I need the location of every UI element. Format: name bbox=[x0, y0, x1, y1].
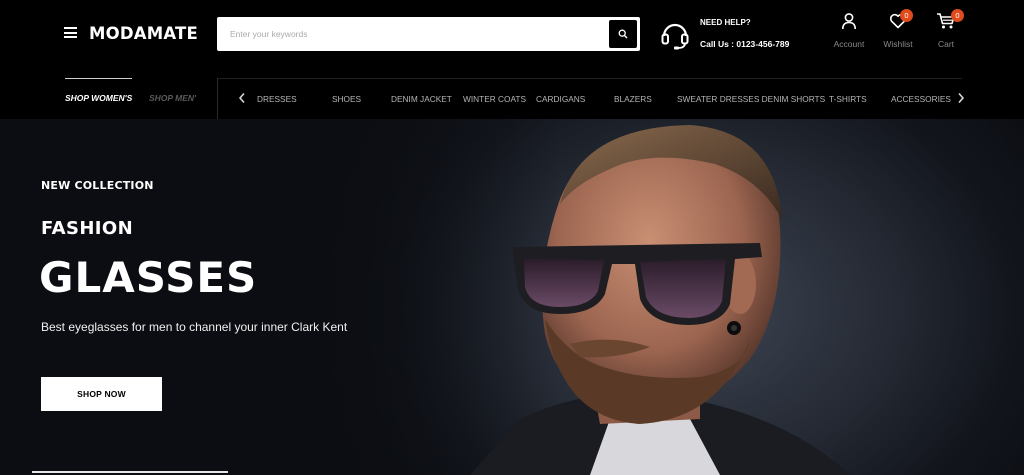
help-title: NEED HELP? bbox=[700, 18, 751, 27]
category-t-shirts[interactable]: T-SHIRTS bbox=[829, 94, 867, 104]
help-phone[interactable]: Call Us : 0123-456-789 bbox=[700, 39, 789, 49]
hamburger-icon[interactable] bbox=[64, 27, 77, 38]
cart-button[interactable]: 0 Cart bbox=[928, 9, 964, 49]
site-header: MODAMATE NEED HELP? Call Us : 0123-456-7… bbox=[0, 0, 1024, 78]
shop-now-button[interactable]: SHOP NOW bbox=[41, 377, 162, 411]
account-label: Account bbox=[833, 39, 865, 49]
search-button[interactable] bbox=[609, 20, 637, 48]
chevron-right-icon[interactable] bbox=[957, 92, 965, 104]
hero-headline: GLASSES bbox=[39, 253, 258, 302]
active-tab-indicator bbox=[65, 78, 132, 79]
category-nav: SHOP WOMEN'S SHOP MEN' DRESSES SHOES DEN… bbox=[0, 78, 1024, 119]
category-cardigans[interactable]: CARDIGANS bbox=[536, 94, 585, 104]
site-logo[interactable]: MODAMATE bbox=[89, 24, 198, 43]
nav-separator bbox=[217, 78, 218, 119]
search-input[interactable] bbox=[217, 17, 607, 51]
headset-icon bbox=[661, 23, 689, 50]
hero-eyebrow: NEW COLLECTION bbox=[41, 179, 154, 192]
category-sweater-dresses-denim-shorts[interactable]: SWEATER DRESSES DENIM SHORTS bbox=[677, 94, 825, 104]
hero-subline: Best eyeglasses for men to channel your … bbox=[41, 320, 348, 334]
cart-count-badge: 0 bbox=[951, 9, 964, 22]
tab-shop-womens[interactable]: SHOP WOMEN'S bbox=[65, 93, 132, 103]
category-shoes[interactable]: SHOES bbox=[332, 94, 361, 104]
hero-kicker: FASHION bbox=[41, 218, 134, 239]
wishlist-count-badge: 0 bbox=[900, 9, 913, 22]
search-icon bbox=[618, 29, 628, 39]
nav-divider bbox=[218, 78, 962, 79]
cart-label: Cart bbox=[937, 39, 955, 49]
category-blazers[interactable]: BLAZERS bbox=[614, 94, 652, 104]
wishlist-button[interactable]: 0 Wishlist bbox=[880, 9, 916, 49]
user-icon bbox=[842, 13, 856, 30]
category-winter-coats[interactable]: WINTER COATS bbox=[463, 94, 526, 104]
category-denim-jacket[interactable]: DENIM JACKET bbox=[391, 94, 452, 104]
category-dresses[interactable]: DRESSES bbox=[257, 94, 297, 104]
category-accessories[interactable]: ACCESSORIES bbox=[891, 94, 951, 104]
account-button[interactable]: Account bbox=[831, 12, 867, 49]
hero-banner: NEW COLLECTION FASHION GLASSES Best eyeg… bbox=[0, 119, 1024, 475]
chevron-left-icon[interactable] bbox=[238, 92, 246, 104]
slider-progress-bar bbox=[32, 471, 228, 473]
tab-shop-men[interactable]: SHOP MEN' bbox=[149, 93, 196, 103]
search-bar bbox=[217, 17, 640, 51]
wishlist-label: Wishlist bbox=[883, 39, 913, 49]
